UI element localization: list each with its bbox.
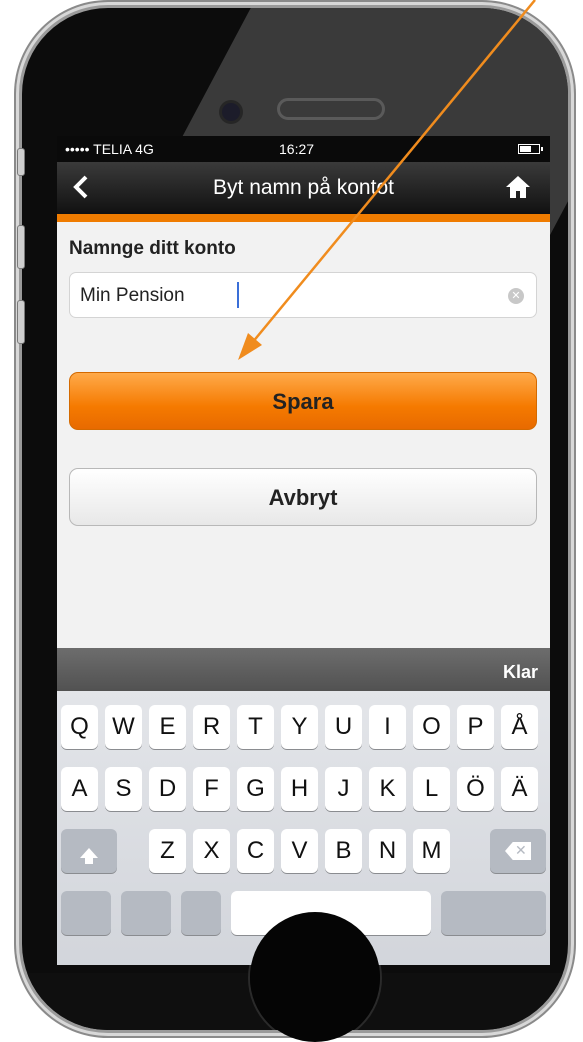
- annotation-arrow: [238, 0, 536, 360]
